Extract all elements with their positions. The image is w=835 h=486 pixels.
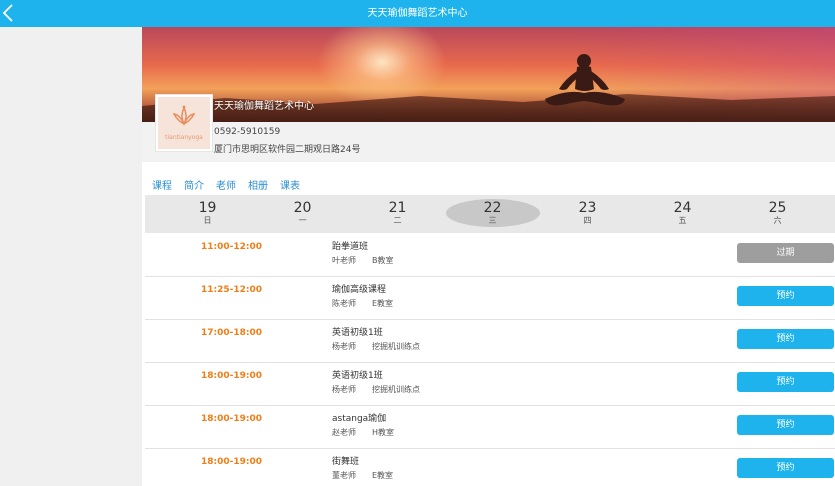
book-button[interactable]: 预约 — [737, 415, 834, 435]
tab-schedule[interactable]: 课表 — [280, 177, 300, 192]
day-number: 23 — [578, 200, 597, 216]
day-weekday: 日 — [203, 216, 212, 225]
banner-sun — [317, 27, 447, 107]
class-room: E教室 — [372, 471, 394, 480]
class-teacher: 叶老师 — [332, 256, 356, 265]
studio-logo: tiantianyoga — [155, 94, 213, 152]
class-teacher: 赵老师 — [332, 428, 356, 437]
class-teacher: 陈老师 — [332, 299, 356, 308]
class-time: 18:00-19:00 — [201, 457, 263, 467]
day-number: 21 — [388, 200, 407, 216]
day-number: 24 — [673, 200, 692, 216]
class-row: 11:00-12:00 跆拳道班 叶老师 B教室 过期 — [145, 234, 835, 277]
logo-text: tiantianyoga — [165, 134, 203, 141]
day-weekday: 六 — [773, 216, 782, 225]
class-name: 英语初级1班 — [332, 371, 383, 381]
day-number: 20 — [293, 200, 312, 216]
class-time: 18:00-19:00 — [201, 371, 263, 381]
day-weekday: 五 — [678, 216, 687, 225]
day-number: 22 — [483, 200, 502, 216]
class-name: 瑜伽高级课程 — [332, 285, 387, 295]
book-button[interactable]: 预约 — [737, 458, 834, 478]
day-24[interactable]: 24 五 — [635, 195, 730, 233]
class-name: 街舞班 — [332, 457, 360, 467]
sidebar — [0, 27, 142, 486]
class-room: 挖掘机训练点 — [372, 385, 420, 394]
day-23[interactable]: 23 四 — [540, 195, 635, 233]
day-25[interactable]: 25 六 — [730, 195, 825, 233]
main-content: 0592-5910159 厦门市思明区软件园二期观日路24号 天天瑜伽舞蹈艺术中… — [142, 27, 835, 486]
day-22[interactable]: 22 三 — [445, 195, 540, 233]
studio-name: 天天瑜伽舞蹈艺术中心 — [214, 101, 314, 112]
class-room: B教室 — [372, 256, 394, 265]
day-20[interactable]: 20 一 — [255, 195, 350, 233]
class-time: 11:25-12:00 — [201, 285, 263, 295]
class-teacher: 董老师 — [332, 471, 356, 480]
tab-courses[interactable]: 课程 — [152, 177, 172, 192]
day-weekday: 四 — [583, 216, 592, 225]
class-room: H教室 — [372, 428, 395, 437]
page-title: 天天瑜伽舞蹈艺术中心 — [367, 8, 468, 19]
yoga-silhouette-icon — [545, 54, 625, 106]
class-teacher: 杨老师 — [332, 385, 356, 394]
expired-button[interactable]: 过期 — [737, 243, 834, 263]
class-name: astanga瑜伽 — [332, 414, 387, 424]
day-weekday: 一 — [298, 216, 307, 225]
logo-background: tiantianyoga — [158, 97, 210, 149]
book-button[interactable]: 预约 — [737, 372, 834, 392]
class-row: 18:00-19:00 英语初级1班 杨老师 挖掘机训练点 预约 — [145, 363, 835, 406]
class-time: 17:00-18:00 — [201, 328, 263, 338]
tab-album[interactable]: 相册 — [248, 177, 268, 192]
day-number: 19 — [198, 200, 217, 216]
class-row: 11:25-12:00 瑜伽高级课程 陈老师 E教室 预约 — [145, 277, 835, 320]
top-bar: 天天瑜伽舞蹈艺术中心 — [0, 0, 835, 27]
studio-address: 厦门市思明区软件园二期观日路24号 — [214, 145, 361, 155]
class-row: 18:00-19:00 街舞班 董老师 E教室 预约 — [145, 449, 835, 486]
day-21[interactable]: 21 二 — [350, 195, 445, 233]
day-selector: 19 日 20 一 21 二 22 三 23 四 24 五 25 六 — [145, 195, 835, 233]
class-name: 跆拳道班 — [332, 242, 369, 252]
class-time: 18:00-19:00 — [201, 414, 263, 424]
book-button[interactable]: 预约 — [737, 329, 834, 349]
day-weekday: 二 — [393, 216, 402, 225]
class-name: 英语初级1班 — [332, 328, 383, 338]
class-room: E教室 — [372, 299, 394, 308]
studio-phone[interactable]: 0592-5910159 — [214, 127, 280, 137]
book-button[interactable]: 预约 — [737, 286, 834, 306]
tab-intro[interactable]: 简介 — [184, 177, 204, 192]
class-teacher: 杨老师 — [332, 342, 356, 351]
class-time: 11:00-12:00 — [201, 242, 263, 252]
lotus-icon — [172, 105, 196, 126]
day-weekday: 三 — [488, 216, 497, 225]
day-19[interactable]: 19 日 — [160, 195, 255, 233]
class-row: 17:00-18:00 英语初级1班 杨老师 挖掘机训练点 预约 — [145, 320, 835, 363]
studio-info: 0592-5910159 厦门市思明区软件园二期观日路24号 — [142, 122, 835, 162]
tab-teachers[interactable]: 老师 — [216, 177, 236, 192]
day-number: 25 — [768, 200, 787, 216]
class-row: 18:00-19:00 astanga瑜伽 赵老师 H教室 预约 — [145, 406, 835, 449]
class-room: 挖掘机训练点 — [372, 342, 420, 351]
